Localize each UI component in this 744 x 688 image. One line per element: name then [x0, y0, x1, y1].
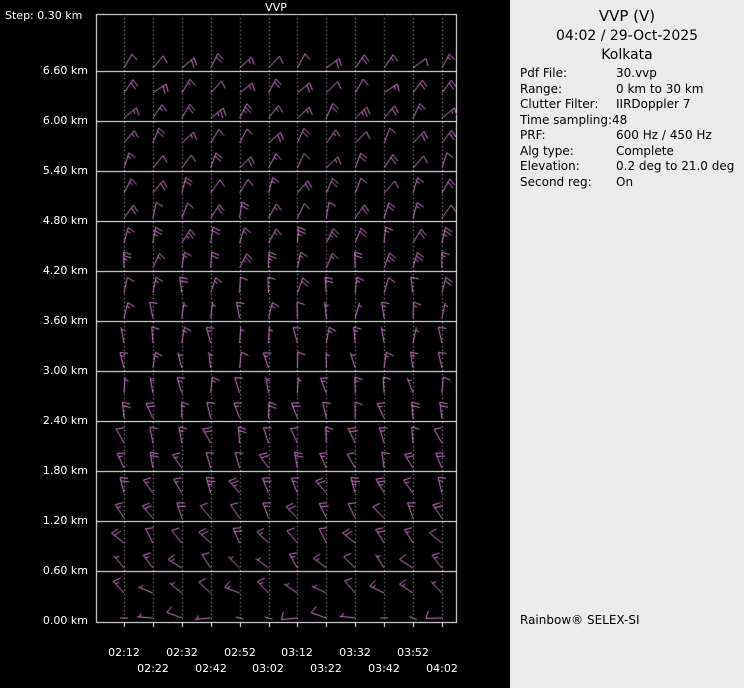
param-row: Clutter Filter: IIRDoppler 7 [520, 97, 734, 113]
x-axis-label: 03:12 [281, 646, 313, 659]
param-label: Time sampling:48 [520, 112, 628, 127]
chart-title: VVP [265, 1, 287, 14]
x-axis-label: 02:12 [108, 646, 140, 659]
param-label: PRF: [520, 128, 546, 142]
y-axis-label: 0.00 km [42, 614, 88, 627]
param-value: 30.vvp [616, 66, 657, 80]
param-value: 0 km to 30 km [616, 81, 704, 96]
x-axis-label: 03:32 [339, 646, 371, 659]
y-axis-label: 6.60 km [42, 64, 88, 77]
x-axis-label: 02:42 [195, 662, 227, 675]
param-value: On [616, 174, 634, 189]
y-axis-label: 3.60 km [42, 314, 88, 327]
panel-datetime: 04:02 / 29-Oct-2025 [555, 28, 699, 44]
y-axis-label: 4.20 km [42, 264, 88, 277]
x-axis-label: 03:42 [368, 662, 400, 675]
param-value: IIRDoppler 7 [616, 97, 691, 111]
vvp-window: VVP Step: 0.30 km 6.60 km 6.00 km 5.40 k… [0, 0, 744, 688]
x-axis-label: 02:22 [137, 662, 169, 675]
param-label: Range: [520, 81, 563, 96]
info-panel: VVP (V) 04:02 / 29-Oct-2025 Kolkata Pdf … [510, 0, 744, 688]
param-row: Alg type: Complete [520, 144, 734, 160]
panel-site: Kolkata [601, 47, 653, 63]
param-label: Elevation: [520, 159, 580, 173]
param-row: Range: 0 km to 30 km [520, 82, 734, 98]
y-axis-label: 5.40 km [42, 164, 88, 177]
param-row: Pdf File: 30.vvp [520, 66, 734, 82]
y-axis-label: 3.00 km [42, 364, 88, 377]
param-row: Elevation: 0.2 deg to 21.0 deg [520, 159, 734, 175]
y-axis-label: 6.00 km [42, 114, 88, 127]
param-label: Second reg: [520, 174, 592, 189]
y-axis-label: 4.80 km [42, 214, 88, 227]
param-label: Alg type: [520, 143, 574, 158]
x-axis-label: 02:32 [166, 646, 198, 659]
param-value: Complete [616, 143, 674, 158]
x-axis-label: 03:52 [397, 646, 429, 659]
param-value: 0.2 deg to 21.0 deg [616, 159, 735, 173]
param-row: PRF: 600 Hz / 450 Hz [520, 128, 734, 144]
x-axis-label: 04:02 [426, 662, 458, 675]
param-label: Clutter Filter: [520, 97, 599, 111]
x-axis-label: 03:02 [252, 662, 284, 675]
param-row: Time sampling:48 [520, 113, 734, 129]
x-axis-label: 02:52 [224, 646, 256, 659]
panel-title: VVP (V) [598, 7, 656, 25]
y-axis-label: 2.40 km [42, 414, 88, 427]
brand-footer: Rainbow® SELEX-SI [520, 613, 640, 627]
parameter-list: Pdf File: 30.vvp Range: 0 km to 30 km Clut… [520, 66, 734, 190]
wind-barb-chart-canvas [0, 0, 510, 688]
x-axis-label: 03:22 [310, 662, 342, 675]
y-axis-label: 1.80 km [42, 464, 88, 477]
step-label: Step: 0.30 km [5, 9, 83, 22]
y-axis-label: 0.60 km [42, 564, 88, 577]
y-axis-label: 1.20 km [42, 514, 88, 527]
param-value: 600 Hz / 450 Hz [616, 128, 712, 142]
param-label: Pdf File: [520, 66, 568, 80]
param-row: Second reg: On [520, 175, 734, 191]
